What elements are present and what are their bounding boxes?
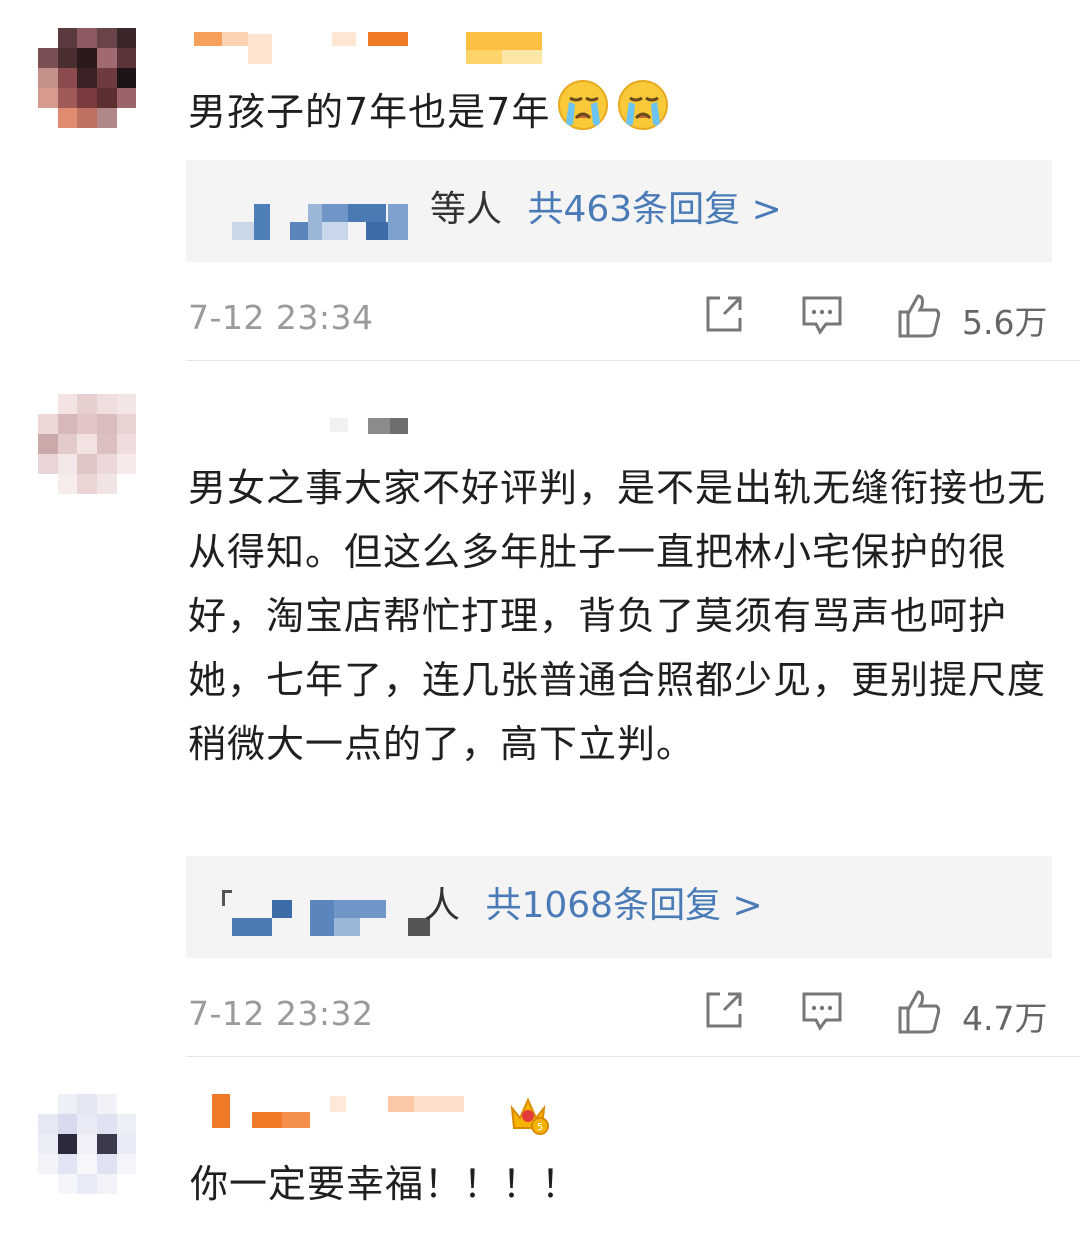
share-icon[interactable] <box>702 292 746 340</box>
comment-meta: 7-12 23:32 4.7万 <box>188 984 1050 1044</box>
reply-summary-box[interactable]: 人 共1068条回复 > <box>186 856 1052 958</box>
comment-item: 5 你一定要幸福！！！！ <box>0 1056 1080 1233</box>
comment-meta: 7-12 23:34 5.6万 <box>188 288 1050 348</box>
avatar[interactable] <box>38 394 156 494</box>
reply-summary-box[interactable]: 等人 共463条回复 > <box>186 160 1052 262</box>
replier-names-blurred <box>216 856 436 958</box>
comment-time: 7-12 23:34 <box>188 298 374 337</box>
crown-badge-icon: 5 <box>506 1092 550 1140</box>
comment-item: 男孩子的7年也是7年 等人 共463条回复 > 7-12 23:34 5.6万 <box>0 0 1080 360</box>
avatar[interactable] <box>38 1094 156 1194</box>
crying-face-icon <box>616 78 670 151</box>
like-count: 5.6万 <box>962 303 1048 342</box>
comment-text: 男孩子的7年也是7年 <box>188 78 1048 151</box>
comment-text: 你一定要幸福！！！！ <box>190 1162 581 1206</box>
comment-text: 男女之事大家不好评判，是不是出轨无缝衔接也无从得知。但这么多年肚子一直把林小宅保… <box>188 466 1047 766</box>
comment-icon[interactable] <box>800 988 844 1036</box>
comment-time: 7-12 23:32 <box>188 994 374 1033</box>
share-icon[interactable] <box>702 988 746 1036</box>
reply-summary-link[interactable]: 人 共1068条回复 > <box>424 880 763 932</box>
comment-item: 男女之事大家不好评判，是不是出轨无缝衔接也无从得知。但这么多年肚子一直把林小宅保… <box>0 360 1080 1060</box>
reply-summary-link[interactable]: 等人 共463条回复 > <box>430 184 782 236</box>
username-blurred[interactable] <box>190 30 550 66</box>
comment-icon[interactable] <box>800 292 844 340</box>
username-blurred[interactable] <box>190 1094 490 1130</box>
like-icon[interactable] <box>896 988 944 1040</box>
crying-face-icon <box>556 78 610 151</box>
svg-text:5: 5 <box>537 1122 543 1133</box>
like-icon[interactable] <box>896 292 944 344</box>
username-blurred[interactable] <box>190 416 450 452</box>
avatar[interactable] <box>38 28 156 128</box>
like-count: 4.7万 <box>962 999 1048 1038</box>
replier-names-blurred <box>226 160 426 262</box>
